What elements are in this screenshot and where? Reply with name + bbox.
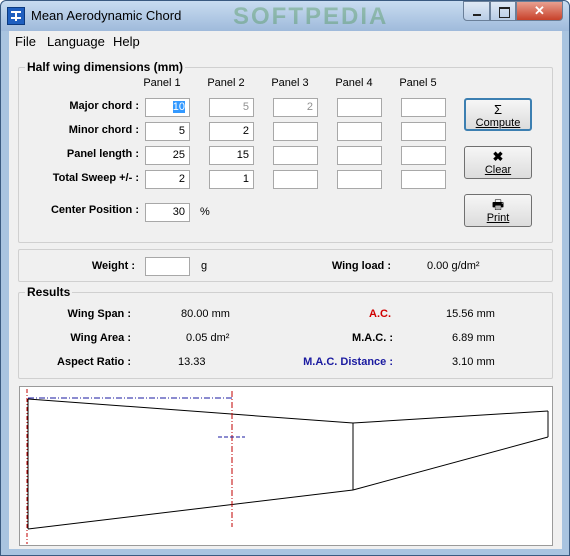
wing-drawing-canvas <box>19 386 553 546</box>
weight-unit: g <box>201 260 208 272</box>
major-chord-panel-4-input[interactable] <box>337 98 382 117</box>
major-chord-panel-5-input[interactable] <box>401 98 446 117</box>
ac-value: 15.56 mm <box>446 308 495 320</box>
panel-length-panel-1-input[interactable]: 25 <box>145 146 190 165</box>
wing-span-value: 80.00 mm <box>181 308 230 320</box>
total-sweep-panel-5-input[interactable] <box>401 170 446 189</box>
minor-chord-panel-3-input[interactable] <box>273 122 318 141</box>
wing-area-label: Wing Area : <box>70 332 131 344</box>
dimensions-title: Half wing dimensions (mm) <box>25 60 186 74</box>
close-icon: ✖ <box>492 149 504 164</box>
print-button[interactable]: 🖶 Print <box>464 194 532 227</box>
panel-2-trailing-edge <box>352 436 549 491</box>
print-label: Print <box>486 212 510 224</box>
menu-language[interactable]: Language <box>47 34 105 49</box>
panel-1-leading-edge <box>27 398 354 424</box>
wing-load-label: Wing load : <box>331 260 391 272</box>
wing-load-value: 0.00 g/dm² <box>427 260 480 272</box>
close-icon: ✕ <box>534 3 545 18</box>
center-position-input[interactable]: 30 <box>145 203 190 222</box>
compute-label: Compute <box>475 117 521 129</box>
major-chord-panel-1-input[interactable]: 10 <box>145 98 190 117</box>
clear-button[interactable]: ✖ Clear <box>464 146 532 179</box>
total-sweep-panel-3-input[interactable] <box>273 170 318 189</box>
panel-4-header: Panel 4 <box>335 77 373 89</box>
panel-1-header: Panel 1 <box>143 77 181 89</box>
minor-chord-panel-1-input[interactable]: 5 <box>145 122 190 141</box>
mac-distance-label: M.A.C. Distance : <box>303 356 393 368</box>
results-title: Results <box>25 285 73 299</box>
app-window: Mean Aerodynamic Chord SOFTPEDIA ✕ File … <box>0 0 570 556</box>
mac-label: M.A.C. : <box>352 332 393 344</box>
ac-label: A.C. <box>369 308 391 320</box>
window-title: Mean Aerodynamic Chord <box>31 8 182 23</box>
mac-value: 6.89 mm <box>452 332 495 344</box>
client-area: File Language Help Half wing dimensions … <box>9 31 562 549</box>
total-sweep-panel-4-input[interactable] <box>337 170 382 189</box>
menu-bar: File Language Help <box>9 31 562 51</box>
maximize-button[interactable] <box>490 1 516 21</box>
menu-help[interactable]: Help <box>113 34 140 49</box>
menu-file[interactable]: File <box>15 34 36 49</box>
watermark: SOFTPEDIA <box>233 3 389 30</box>
app-icon[interactable] <box>7 7 25 25</box>
panel-length-panel-3-input[interactable] <box>273 146 318 165</box>
major-chord-panel-2-input[interactable]: 5 <box>209 98 254 117</box>
weight-input[interactable] <box>145 257 190 276</box>
major-chord-panel-3-input[interactable]: 2 <box>273 98 318 117</box>
minor-chord-label: Minor chord : <box>68 124 139 136</box>
weight-label: Weight : <box>91 260 135 272</box>
panel-length-label: Panel length : <box>66 148 139 160</box>
minor-chord-panel-2-input[interactable]: 2 <box>209 122 254 141</box>
major-chord-label: Major chord : <box>69 100 139 112</box>
aspect-ratio-value: 13.33 <box>178 356 206 368</box>
total-sweep-panel-1-input[interactable]: 2 <box>145 170 190 189</box>
aspect-ratio-label: Aspect Ratio : <box>57 356 131 368</box>
compute-button[interactable]: Σ Compute <box>464 98 532 131</box>
wing-drawing <box>26 389 549 544</box>
center-position-unit: % <box>200 206 210 218</box>
panel-1-trailing-edge <box>27 489 354 530</box>
title-bar[interactable]: Mean Aerodynamic Chord SOFTPEDIA ✕ <box>1 1 569 31</box>
panel-2-header: Panel 2 <box>207 77 245 89</box>
total-sweep-label: Total Sweep +/- : <box>52 172 139 184</box>
close-window-button[interactable]: ✕ <box>516 1 563 21</box>
panel-length-panel-4-input[interactable] <box>337 146 382 165</box>
panel-2-leading-edge <box>352 410 549 424</box>
minimize-button[interactable] <box>463 1 490 21</box>
panel-3-header: Panel 3 <box>271 77 309 89</box>
total-sweep-panel-2-input[interactable]: 1 <box>209 170 254 189</box>
panel-length-panel-5-input[interactable] <box>401 146 446 165</box>
wing-area-value: 0.05 dm² <box>186 332 230 344</box>
minor-chord-panel-5-input[interactable] <box>401 122 446 141</box>
panel-5-header: Panel 5 <box>399 77 437 89</box>
clear-label: Clear <box>484 164 512 176</box>
mac-distance-value: 3.10 mm <box>452 356 495 368</box>
wing-span-label: Wing Span : <box>67 308 131 320</box>
center-position-label: Center Position : <box>50 204 139 216</box>
panel-length-panel-2-input[interactable]: 15 <box>209 146 254 165</box>
sigma-icon: Σ <box>493 102 503 117</box>
printer-icon: 🖶 <box>491 197 505 212</box>
minor-chord-panel-4-input[interactable] <box>337 122 382 141</box>
